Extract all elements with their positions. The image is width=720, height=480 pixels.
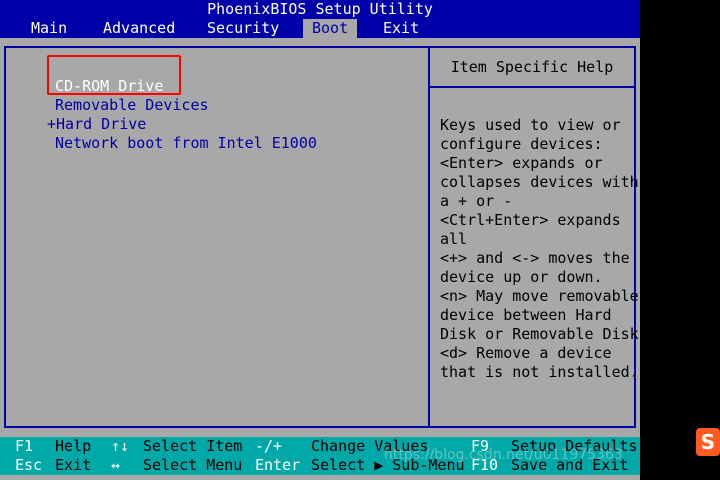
help-line: <d> Remove a device [440, 344, 612, 362]
action-select-item: Select Item [143, 437, 243, 455]
help-title: Item Specific Help [450, 58, 614, 76]
help-line: collapses devices with [440, 173, 639, 191]
menu-bar: Main Advanced Security Boot Exit [0, 19, 640, 38]
boot-item-hard-drive[interactable]: +Hard Drive [47, 115, 146, 134]
action-select-menu: Select Menu [143, 456, 243, 474]
menu-advanced[interactable]: Advanced [94, 19, 184, 38]
help-text: Keys used to view or configure devices: <E… [440, 116, 639, 382]
action-help: Help [55, 437, 92, 455]
title-bar: PhoenixBIOS Setup Utility [0, 0, 640, 19]
watermark-text: https://blog.csdn.net/u011975363 [384, 447, 623, 463]
menu-main[interactable]: Main [22, 19, 76, 38]
menu-security[interactable]: Security [198, 19, 288, 38]
bios-screen: PhoenixBIOS Setup Utility Main Advanced … [0, 0, 640, 480]
help-line: device up or down. [440, 268, 603, 286]
menu-exit[interactable]: Exit [374, 19, 428, 38]
help-line: <Ctrl+Enter> expands [440, 211, 621, 229]
boot-item-network[interactable]: Network boot from Intel E1000 [55, 134, 317, 153]
key-left-right: ↔ [111, 456, 121, 474]
menu-boot[interactable]: Boot [303, 19, 358, 38]
help-line: <n> May move removable [440, 287, 639, 305]
sogou-logo-icon: S [696, 428, 720, 456]
help-line: configure devices: [440, 135, 603, 153]
app-title: PhoenixBIOS Setup Utility [207, 0, 433, 18]
help-divider [430, 86, 634, 88]
help-line: <+> and <-> moves the [440, 249, 630, 267]
key-up-down: ↑↓ [111, 437, 130, 455]
selection-highlight-box [47, 55, 181, 95]
panel-divider [428, 48, 430, 426]
help-line: Disk or Removable Disk [440, 325, 639, 343]
help-line: that is not installed. [440, 363, 639, 381]
key-esc: Esc [15, 456, 43, 474]
help-line: <Enter> expands or [440, 154, 603, 172]
help-line: a + or - [440, 192, 513, 210]
boot-item-removable[interactable]: Removable Devices [55, 96, 209, 115]
key-enter: Enter [255, 456, 301, 474]
help-line: Keys used to view or [440, 116, 621, 134]
key-f1: F1 [15, 437, 34, 455]
help-line: device between Hard [440, 306, 612, 324]
black-margin [640, 0, 720, 480]
help-line: all [440, 230, 468, 248]
key-minus-plus: -/+ [255, 437, 283, 455]
action-exit: Exit [55, 456, 92, 474]
